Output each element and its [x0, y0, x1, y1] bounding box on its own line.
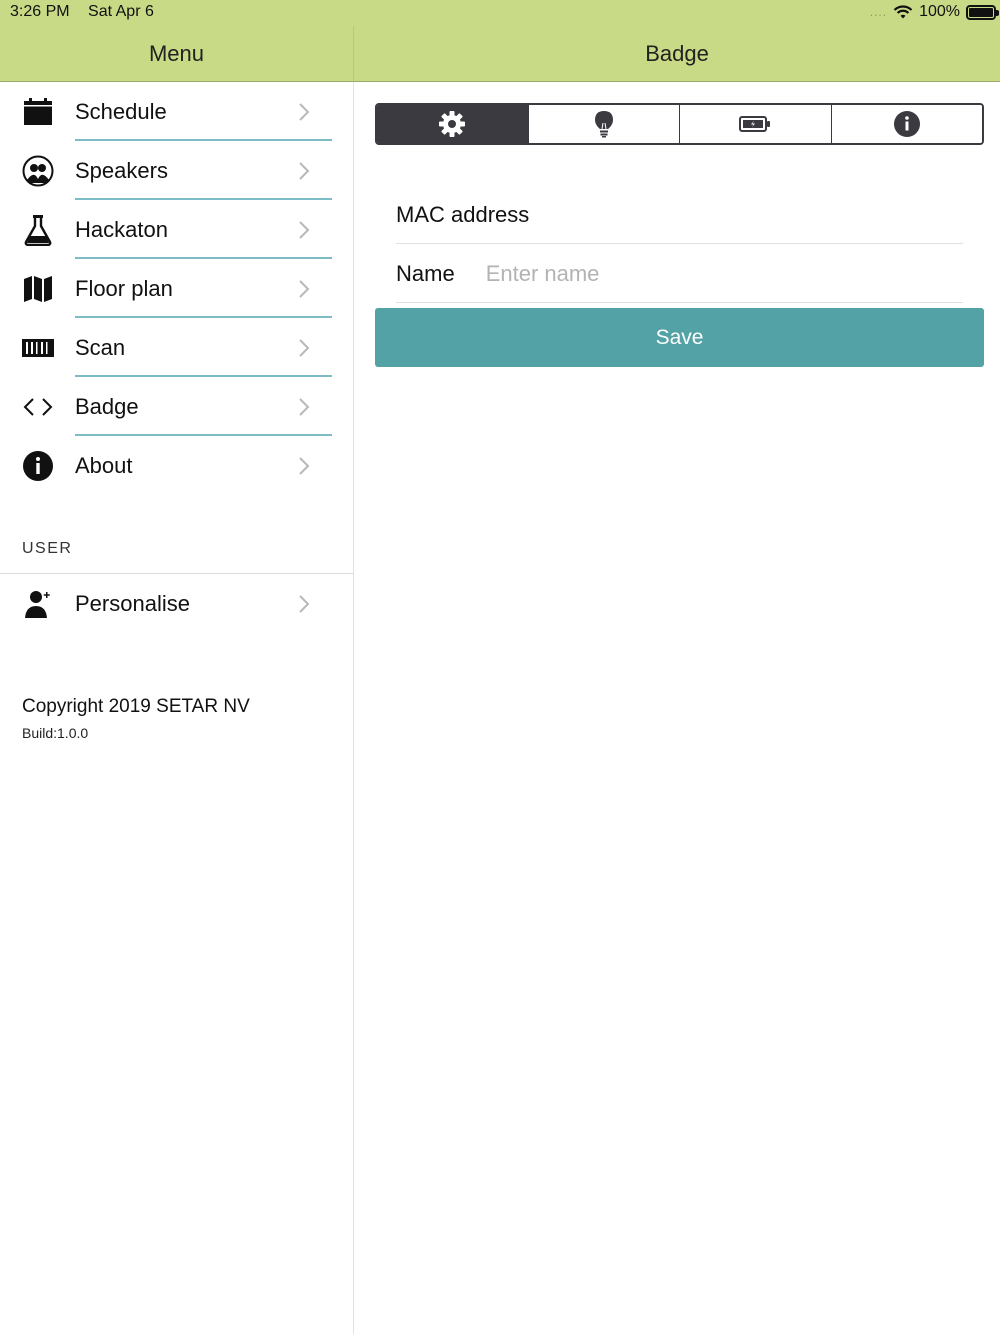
signal-indicator: .... [869, 5, 888, 19]
sidebar-item-personalise[interactable]: Personalise [0, 574, 353, 633]
badge-segmented-control [375, 103, 984, 145]
sidebar-item-label: Hackaton [75, 216, 168, 242]
map-icon [22, 273, 54, 305]
info-icon [22, 450, 54, 482]
sidebar-item-hackaton[interactable]: Hackaton [0, 200, 353, 259]
name-label: Name [396, 260, 455, 286]
chevron-right-icon [299, 456, 310, 475]
status-date: Sat Apr 6 [88, 3, 154, 20]
chevron-right-icon [299, 279, 310, 298]
sidebar-item-speakers[interactable]: Speakers [0, 141, 353, 200]
battery-icon [739, 116, 771, 132]
lightbulb-icon [594, 111, 613, 138]
sidebar-header: Menu [0, 26, 354, 82]
status-time: 3:26 PM [10, 3, 70, 20]
user-add-icon [22, 588, 54, 620]
mac-address-label: MAC address [396, 201, 530, 227]
sidebar: Schedule Speakers Hackaton Floor plan Sc… [0, 82, 354, 1334]
sidebar-item-label: Scan [75, 334, 126, 360]
sidebar-item-floor-plan[interactable]: Floor plan [0, 259, 353, 318]
sidebar-title: Menu [148, 40, 205, 66]
code-icon [22, 391, 54, 423]
info-icon [893, 111, 920, 137]
status-bar: 3:26 PM Sat Apr 6 .... 100% [0, 0, 1000, 26]
sidebar-item-about[interactable]: About [0, 436, 353, 495]
sidebar-item-label: Floor plan [75, 275, 173, 301]
chevron-right-icon [299, 161, 310, 180]
sidebar-item-label: About [75, 452, 133, 478]
sidebar-item-label: Speakers [75, 157, 168, 183]
sidebar-item-label: Schedule [75, 98, 167, 124]
barcode-icon [22, 332, 54, 364]
page-title: Badge [645, 40, 709, 66]
chevron-right-icon [299, 338, 310, 357]
tab-info[interactable] [831, 105, 982, 143]
flask-icon [22, 214, 54, 246]
badge-panel: MAC address Name Save [354, 82, 1000, 1334]
chevron-right-icon [299, 220, 310, 239]
battery-percent: 100% [919, 3, 960, 20]
sidebar-item-label: Badge [75, 393, 139, 419]
sidebar-item-label: Personalise [75, 590, 190, 616]
calendar-icon [22, 96, 54, 128]
chevron-right-icon [299, 594, 310, 613]
tab-battery[interactable] [680, 105, 832, 143]
main-header: Badge [354, 26, 1000, 82]
chevron-right-icon [299, 102, 310, 121]
tab-light[interactable] [528, 105, 680, 143]
section-header-user: USER [22, 540, 73, 557]
gear-icon [439, 111, 466, 137]
people-icon [22, 155, 54, 187]
battery-indicator [966, 4, 999, 20]
chevron-right-icon [299, 397, 310, 416]
tab-settings[interactable] [377, 105, 529, 143]
save-button[interactable]: Save [375, 308, 984, 367]
mac-address-row: MAC address [396, 186, 963, 244]
wifi-icon [893, 5, 913, 19]
name-input[interactable] [485, 260, 916, 287]
name-row: Name [396, 245, 963, 303]
sidebar-item-badge[interactable]: Badge [0, 377, 353, 436]
sidebar-item-schedule[interactable]: Schedule [0, 82, 353, 141]
build-version: Build:1.0.0 [22, 725, 89, 741]
sidebar-item-scan[interactable]: Scan [0, 318, 353, 377]
copyright-text: Copyright 2019 SETAR NV [22, 696, 250, 717]
